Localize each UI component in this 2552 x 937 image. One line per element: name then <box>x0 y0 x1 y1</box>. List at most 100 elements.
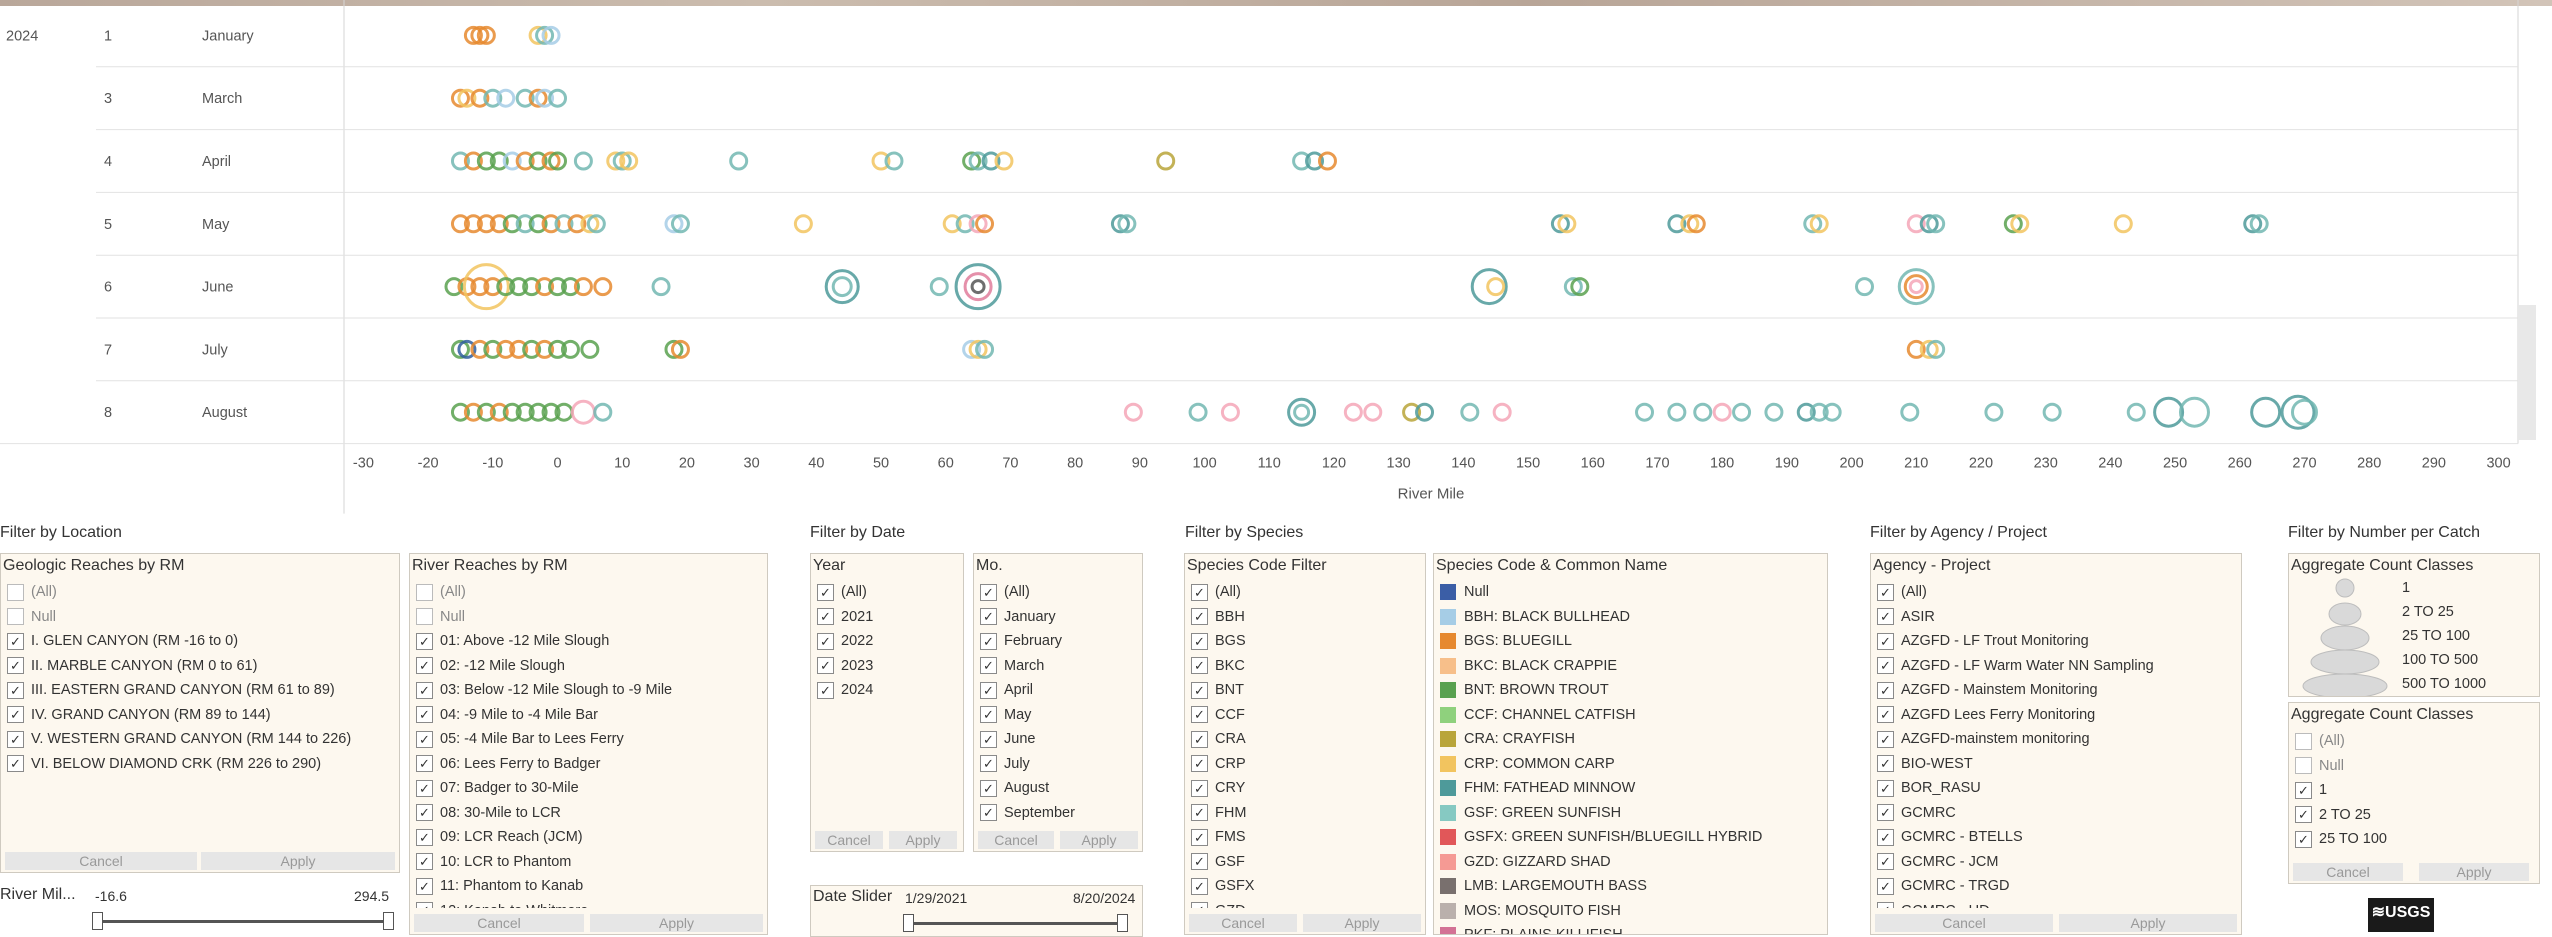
checkbox[interactable]: ✓ <box>1877 706 1894 724</box>
catch-marker[interactable] <box>1123 402 1143 422</box>
agency-option[interactable]: ✓ ASIR <box>1877 605 2237 630</box>
agency-cancel-button[interactable]: Cancel <box>1875 914 2053 932</box>
year-option[interactable]: ✓ 2022 <box>817 629 959 654</box>
checkbox[interactable]: ✓ <box>1191 583 1208 601</box>
month-option[interactable]: ✓ March <box>980 654 1138 679</box>
checkbox[interactable]: ✓ <box>1877 583 1894 601</box>
checkbox[interactable]: ✓ <box>980 632 997 650</box>
catch-marker[interactable] <box>2153 396 2185 428</box>
date-slider-start-handle[interactable] <box>903 914 914 932</box>
checkbox[interactable] <box>7 608 24 626</box>
agency-option[interactable]: ✓ GCMRC - BTELLS <box>1877 825 2237 850</box>
river-reach-option[interactable]: ✓ 01: Above -12 Mile Slough <box>416 629 763 654</box>
catch-marker[interactable] <box>1903 274 1929 300</box>
species-legend-item[interactable]: MOS: MOSQUITO FISH <box>1440 899 1823 924</box>
species-code-option[interactable]: ✓ BBH <box>1191 605 1421 630</box>
count-class-option[interactable]: (All) <box>2295 729 2535 754</box>
catch-marker[interactable] <box>593 277 613 297</box>
species-code-option[interactable]: ✓ GSF <box>1191 850 1421 875</box>
month-option[interactable]: ✓ September <box>980 801 1138 826</box>
species-legend-item[interactable]: BGS: BLUEGILL <box>1440 629 1823 654</box>
checkbox[interactable]: ✓ <box>1191 853 1208 871</box>
river-cancel-button[interactable]: Cancel <box>414 914 584 932</box>
checkbox[interactable]: ✓ <box>1877 853 1894 871</box>
species-apply-button[interactable]: Apply <box>1303 914 1421 932</box>
checkbox[interactable]: ✓ <box>1877 657 1894 675</box>
river-reach-option[interactable]: ✓ 05: -4 Mile Bar to Lees Ferry <box>416 727 763 752</box>
river-reach-option[interactable]: ✓ 02: -12 Mile Slough <box>416 654 763 679</box>
rm-slider-max-handle[interactable] <box>383 912 394 930</box>
checkbox[interactable]: ✓ <box>817 632 834 650</box>
checkbox[interactable]: ✓ <box>980 583 997 601</box>
checkbox[interactable]: ✓ <box>817 657 834 675</box>
river-reach-option[interactable]: ✓ 11: Phantom to Kanab <box>416 874 763 899</box>
checkbox[interactable]: ✓ <box>817 681 834 699</box>
checkbox[interactable]: ✓ <box>416 902 433 908</box>
year-option[interactable]: ✓ (All) <box>817 580 959 605</box>
catch-marker[interactable] <box>2113 214 2133 234</box>
checkbox[interactable]: ✓ <box>1877 608 1894 626</box>
year-cancel-button[interactable]: Cancel <box>815 831 883 849</box>
agency-option[interactable]: ✓ AZGFD - LF Warm Water NN Sampling <box>1877 654 2237 679</box>
year-option[interactable]: ✓ 2021 <box>817 605 959 630</box>
geo-reach-option[interactable]: ✓ IV. GRAND CANYON (RM 89 to 144) <box>7 703 395 728</box>
catch-marker[interactable] <box>793 214 813 234</box>
geo-reach-option[interactable]: ✓ V. WESTERN GRAND CANYON (RM 144 to 226) <box>7 727 395 752</box>
catch-marker[interactable] <box>824 269 860 305</box>
checkbox[interactable]: ✓ <box>7 632 24 650</box>
catch-marker[interactable] <box>2126 402 2146 422</box>
river-mile-slider[interactable]: River Mil... -16.6 294.5 <box>0 878 402 936</box>
geo-apply-button[interactable]: Apply <box>201 852 395 870</box>
checkbox[interactable] <box>2295 732 2312 750</box>
checkbox[interactable]: ✓ <box>1191 681 1208 699</box>
species-code-option[interactable]: ✓ GZD <box>1191 899 1421 908</box>
catch-marker[interactable] <box>1855 277 1875 297</box>
river-reach-option[interactable]: ✓ 06: Lees Ferry to Badger <box>416 752 763 777</box>
checkbox[interactable]: ✓ <box>416 853 433 871</box>
river-apply-button[interactable]: Apply <box>590 914 763 932</box>
checkbox[interactable]: ✓ <box>1191 779 1208 797</box>
checkbox[interactable]: ✓ <box>980 779 997 797</box>
checkbox[interactable]: ✓ <box>7 657 24 675</box>
agency-option[interactable]: ✓ (All) <box>1877 580 2237 605</box>
geo-reach-option[interactable]: Null <box>7 605 395 630</box>
checkbox[interactable]: ✓ <box>980 730 997 748</box>
catch-marker[interactable] <box>1188 402 1208 422</box>
catch-marker[interactable] <box>963 272 993 302</box>
agency-option[interactable]: ✓ GCMRC - TRGD <box>1877 874 2237 899</box>
catch-marker[interactable] <box>580 339 600 359</box>
catch-marker[interactable] <box>1460 402 1480 422</box>
checkbox[interactable]: ✓ <box>416 730 433 748</box>
catch-marker[interactable] <box>1293 403 1311 421</box>
catch-marker[interactable] <box>570 399 596 425</box>
agency-option[interactable]: ✓ AZGFD Lees Ferry Monitoring <box>1877 703 2237 728</box>
checkbox[interactable]: ✓ <box>1191 706 1208 724</box>
catch-marker[interactable] <box>954 263 1002 311</box>
checkbox[interactable]: ✓ <box>416 706 433 724</box>
catch-marker[interactable] <box>1764 402 1784 422</box>
month-option[interactable]: ✓ June <box>980 727 1138 752</box>
geo-reach-option[interactable]: ✓ II. MARBLE CANYON (RM 0 to 61) <box>7 654 395 679</box>
species-code-option[interactable]: ✓ CCF <box>1191 703 1421 728</box>
checkbox[interactable]: ✓ <box>416 632 433 650</box>
species-legend-item[interactable]: BBH: BLACK BULLHEAD <box>1440 605 1823 630</box>
agency-option[interactable]: ✓ GCMRC - JCM <box>1877 850 2237 875</box>
species-code-option[interactable]: ✓ CRA <box>1191 727 1421 752</box>
geo-reach-option[interactable]: ✓ III. EASTERN GRAND CANYON (RM 61 to 89) <box>7 678 395 703</box>
species-code-option[interactable]: ✓ BGS <box>1191 629 1421 654</box>
count-class-option[interactable]: ✓ 25 TO 100 <box>2295 827 2535 852</box>
checkbox[interactable]: ✓ <box>1191 902 1208 908</box>
checkbox[interactable]: ✓ <box>980 681 997 699</box>
river-reach-option[interactable]: ✓ 10: LCR to Phantom <box>416 850 763 875</box>
species-legend-item[interactable]: GSFX: GREEN SUNFISH/BLUEGILL HYBRID <box>1440 825 1823 850</box>
checkbox[interactable]: ✓ <box>7 706 24 724</box>
checkbox[interactable] <box>416 583 433 601</box>
checkbox[interactable]: ✓ <box>817 608 834 626</box>
date-slider-end-handle[interactable] <box>1117 914 1128 932</box>
count-class-option[interactable]: ✓ 2 TO 25 <box>2295 803 2535 828</box>
checkbox[interactable]: ✓ <box>2295 781 2312 799</box>
geo-reach-option[interactable]: ✓ I. GLEN CANYON (RM -16 to 0) <box>7 629 395 654</box>
river-reach-option[interactable]: ✓ 12: Kanab to Whitmore <box>416 899 763 908</box>
catch-marker[interactable] <box>2042 402 2062 422</box>
checkbox[interactable]: ✓ <box>1877 730 1894 748</box>
